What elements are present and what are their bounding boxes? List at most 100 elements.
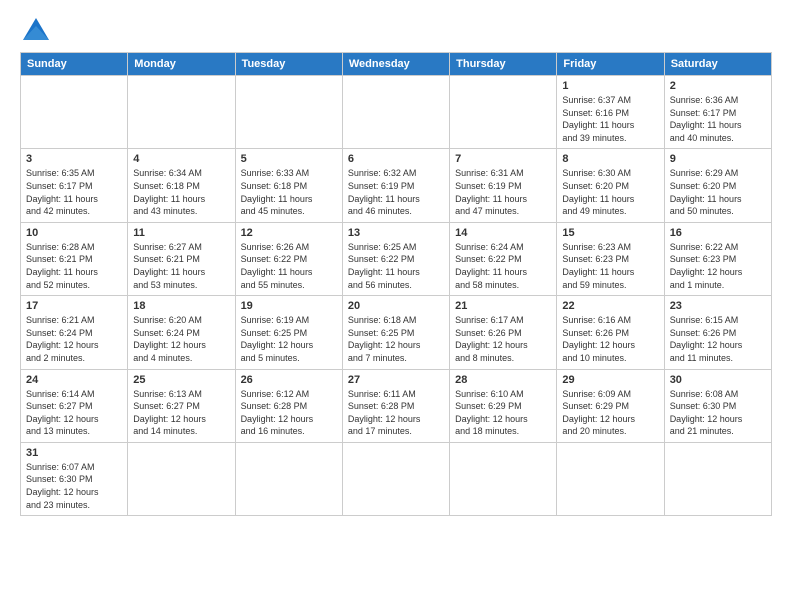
table-row (450, 76, 557, 149)
table-row (235, 76, 342, 149)
day-number: 3 (26, 153, 122, 165)
logo-icon (23, 18, 49, 44)
day-number: 22 (562, 300, 658, 312)
table-row: 6Sunrise: 6:32 AM Sunset: 6:19 PM Daylig… (342, 149, 449, 222)
day-info: Sunrise: 6:10 AM Sunset: 6:29 PM Dayligh… (455, 388, 551, 438)
day-info: Sunrise: 6:14 AM Sunset: 6:27 PM Dayligh… (26, 388, 122, 438)
day-number: 10 (26, 227, 122, 239)
day-info: Sunrise: 6:16 AM Sunset: 6:26 PM Dayligh… (562, 314, 658, 364)
day-number: 25 (133, 374, 229, 386)
table-row (235, 442, 342, 515)
day-info: Sunrise: 6:11 AM Sunset: 6:28 PM Dayligh… (348, 388, 444, 438)
day-number: 18 (133, 300, 229, 312)
calendar-row: 24 Sunrise: 6:14 AM Sunset: 6:27 PM Dayli… (21, 369, 772, 442)
day-info: Sunrise: 6:12 AM Sunset: 6:28 PM Dayligh… (241, 388, 337, 438)
calendar-row: 3Sunrise: 6:35 AM Sunset: 6:17 PM Daylig… (21, 149, 772, 222)
page: Sunday Monday Tuesday Wednesday Thursday… (0, 0, 792, 526)
calendar-header-row: Sunday Monday Tuesday Wednesday Thursday… (21, 53, 772, 76)
day-number: 19 (241, 300, 337, 312)
table-row: 2 Sunrise: 6:36 AM Sunset: 6:17 PM Daylig… (664, 76, 771, 149)
day-info: Sunrise: 6:31 AM Sunset: 6:19 PM Dayligh… (455, 167, 551, 217)
day-info: Sunrise: 6:25 AM Sunset: 6:22 PM Dayligh… (348, 241, 444, 291)
table-row (128, 442, 235, 515)
table-row: 10 Sunrise: 6:28 AM Sunset: 6:21 PM Dayli… (21, 222, 128, 295)
table-row (342, 442, 449, 515)
day-number: 13 (348, 227, 444, 239)
table-row: 11 Sunrise: 6:27 AM Sunset: 6:21 PM Dayli… (128, 222, 235, 295)
table-row: 3Sunrise: 6:35 AM Sunset: 6:17 PM Daylig… (21, 149, 128, 222)
day-number: 26 (241, 374, 337, 386)
calendar-row: 1Sunrise: 6:37 AM Sunset: 6:16 PM Daylig… (21, 76, 772, 149)
day-info: Sunrise: 6:26 AM Sunset: 6:22 PM Dayligh… (241, 241, 337, 291)
calendar-row: 31Sunrise: 6:07 AM Sunset: 6:30 PM Dayli… (21, 442, 772, 515)
table-row: 27Sunrise: 6:11 AM Sunset: 6:28 PM Dayli… (342, 369, 449, 442)
calendar-row: 17Sunrise: 6:21 AM Sunset: 6:24 PM Dayli… (21, 296, 772, 369)
day-info: Sunrise: 6:24 AM Sunset: 6:22 PM Dayligh… (455, 241, 551, 291)
day-number: 29 (562, 374, 658, 386)
day-info: Sunrise: 6:17 AM Sunset: 6:26 PM Dayligh… (455, 314, 551, 364)
day-number: 30 (670, 374, 766, 386)
day-info: Sunrise: 6:08 AM Sunset: 6:30 PM Dayligh… (670, 388, 766, 438)
calendar-table: Sunday Monday Tuesday Wednesday Thursday… (20, 52, 772, 516)
day-number: 4 (133, 153, 229, 165)
table-row: 7Sunrise: 6:31 AM Sunset: 6:19 PM Daylig… (450, 149, 557, 222)
table-row: 29 Sunrise: 6:09 AM Sunset: 6:29 PM Dayli… (557, 369, 664, 442)
day-number: 21 (455, 300, 551, 312)
col-monday: Monday (128, 53, 235, 76)
day-info: Sunrise: 6:20 AM Sunset: 6:24 PM Dayligh… (133, 314, 229, 364)
day-number: 11 (133, 227, 229, 239)
table-row: 9Sunrise: 6:29 AM Sunset: 6:20 PM Daylig… (664, 149, 771, 222)
col-tuesday: Tuesday (235, 53, 342, 76)
table-row: 22 Sunrise: 6:16 AM Sunset: 6:26 PM Dayli… (557, 296, 664, 369)
table-row: 26 Sunrise: 6:12 AM Sunset: 6:28 PM Dayli… (235, 369, 342, 442)
day-info: Sunrise: 6:19 AM Sunset: 6:25 PM Dayligh… (241, 314, 337, 364)
table-row: 23 Sunrise: 6:15 AM Sunset: 6:26 PM Dayli… (664, 296, 771, 369)
header (20, 16, 772, 44)
day-number: 5 (241, 153, 337, 165)
table-row: 8 Sunrise: 6:30 AM Sunset: 6:20 PM Daylig… (557, 149, 664, 222)
table-row (450, 442, 557, 515)
day-info: Sunrise: 6:13 AM Sunset: 6:27 PM Dayligh… (133, 388, 229, 438)
day-info: Sunrise: 6:22 AM Sunset: 6:23 PM Dayligh… (670, 241, 766, 291)
day-info: Sunrise: 6:28 AM Sunset: 6:21 PM Dayligh… (26, 241, 122, 291)
col-wednesday: Wednesday (342, 53, 449, 76)
day-info: Sunrise: 6:30 AM Sunset: 6:20 PM Dayligh… (562, 167, 658, 217)
table-row: 13 Sunrise: 6:25 AM Sunset: 6:22 PM Dayli… (342, 222, 449, 295)
day-info: Sunrise: 6:33 AM Sunset: 6:18 PM Dayligh… (241, 167, 337, 217)
table-row: 25 Sunrise: 6:13 AM Sunset: 6:27 PM Dayli… (128, 369, 235, 442)
day-info: Sunrise: 6:15 AM Sunset: 6:26 PM Dayligh… (670, 314, 766, 364)
day-number: 17 (26, 300, 122, 312)
calendar-row: 10 Sunrise: 6:28 AM Sunset: 6:21 PM Dayli… (21, 222, 772, 295)
day-info: Sunrise: 6:34 AM Sunset: 6:18 PM Dayligh… (133, 167, 229, 217)
table-row (664, 442, 771, 515)
day-info: Sunrise: 6:27 AM Sunset: 6:21 PM Dayligh… (133, 241, 229, 291)
day-number: 1 (562, 80, 658, 92)
day-number: 28 (455, 374, 551, 386)
table-row (128, 76, 235, 149)
table-row: 17Sunrise: 6:21 AM Sunset: 6:24 PM Dayli… (21, 296, 128, 369)
logo (20, 16, 49, 44)
day-number: 2 (670, 80, 766, 92)
table-row: 31Sunrise: 6:07 AM Sunset: 6:30 PM Dayli… (21, 442, 128, 515)
col-sunday: Sunday (21, 53, 128, 76)
table-row: 21 Sunrise: 6:17 AM Sunset: 6:26 PM Dayli… (450, 296, 557, 369)
table-row: 19 Sunrise: 6:19 AM Sunset: 6:25 PM Dayli… (235, 296, 342, 369)
day-info: Sunrise: 6:09 AM Sunset: 6:29 PM Dayligh… (562, 388, 658, 438)
table-row: 18 Sunrise: 6:20 AM Sunset: 6:24 PM Dayli… (128, 296, 235, 369)
col-friday: Friday (557, 53, 664, 76)
table-row (342, 76, 449, 149)
day-number: 15 (562, 227, 658, 239)
day-number: 12 (241, 227, 337, 239)
table-row: 30 Sunrise: 6:08 AM Sunset: 6:30 PM Dayli… (664, 369, 771, 442)
day-info: Sunrise: 6:36 AM Sunset: 6:17 PM Dayligh… (670, 94, 766, 144)
table-row: 14 Sunrise: 6:24 AM Sunset: 6:22 PM Dayli… (450, 222, 557, 295)
day-number: 8 (562, 153, 658, 165)
col-saturday: Saturday (664, 53, 771, 76)
day-info: Sunrise: 6:32 AM Sunset: 6:19 PM Dayligh… (348, 167, 444, 217)
day-number: 14 (455, 227, 551, 239)
day-number: 20 (348, 300, 444, 312)
day-number: 31 (26, 447, 122, 459)
day-number: 23 (670, 300, 766, 312)
table-row (21, 76, 128, 149)
day-number: 24 (26, 374, 122, 386)
